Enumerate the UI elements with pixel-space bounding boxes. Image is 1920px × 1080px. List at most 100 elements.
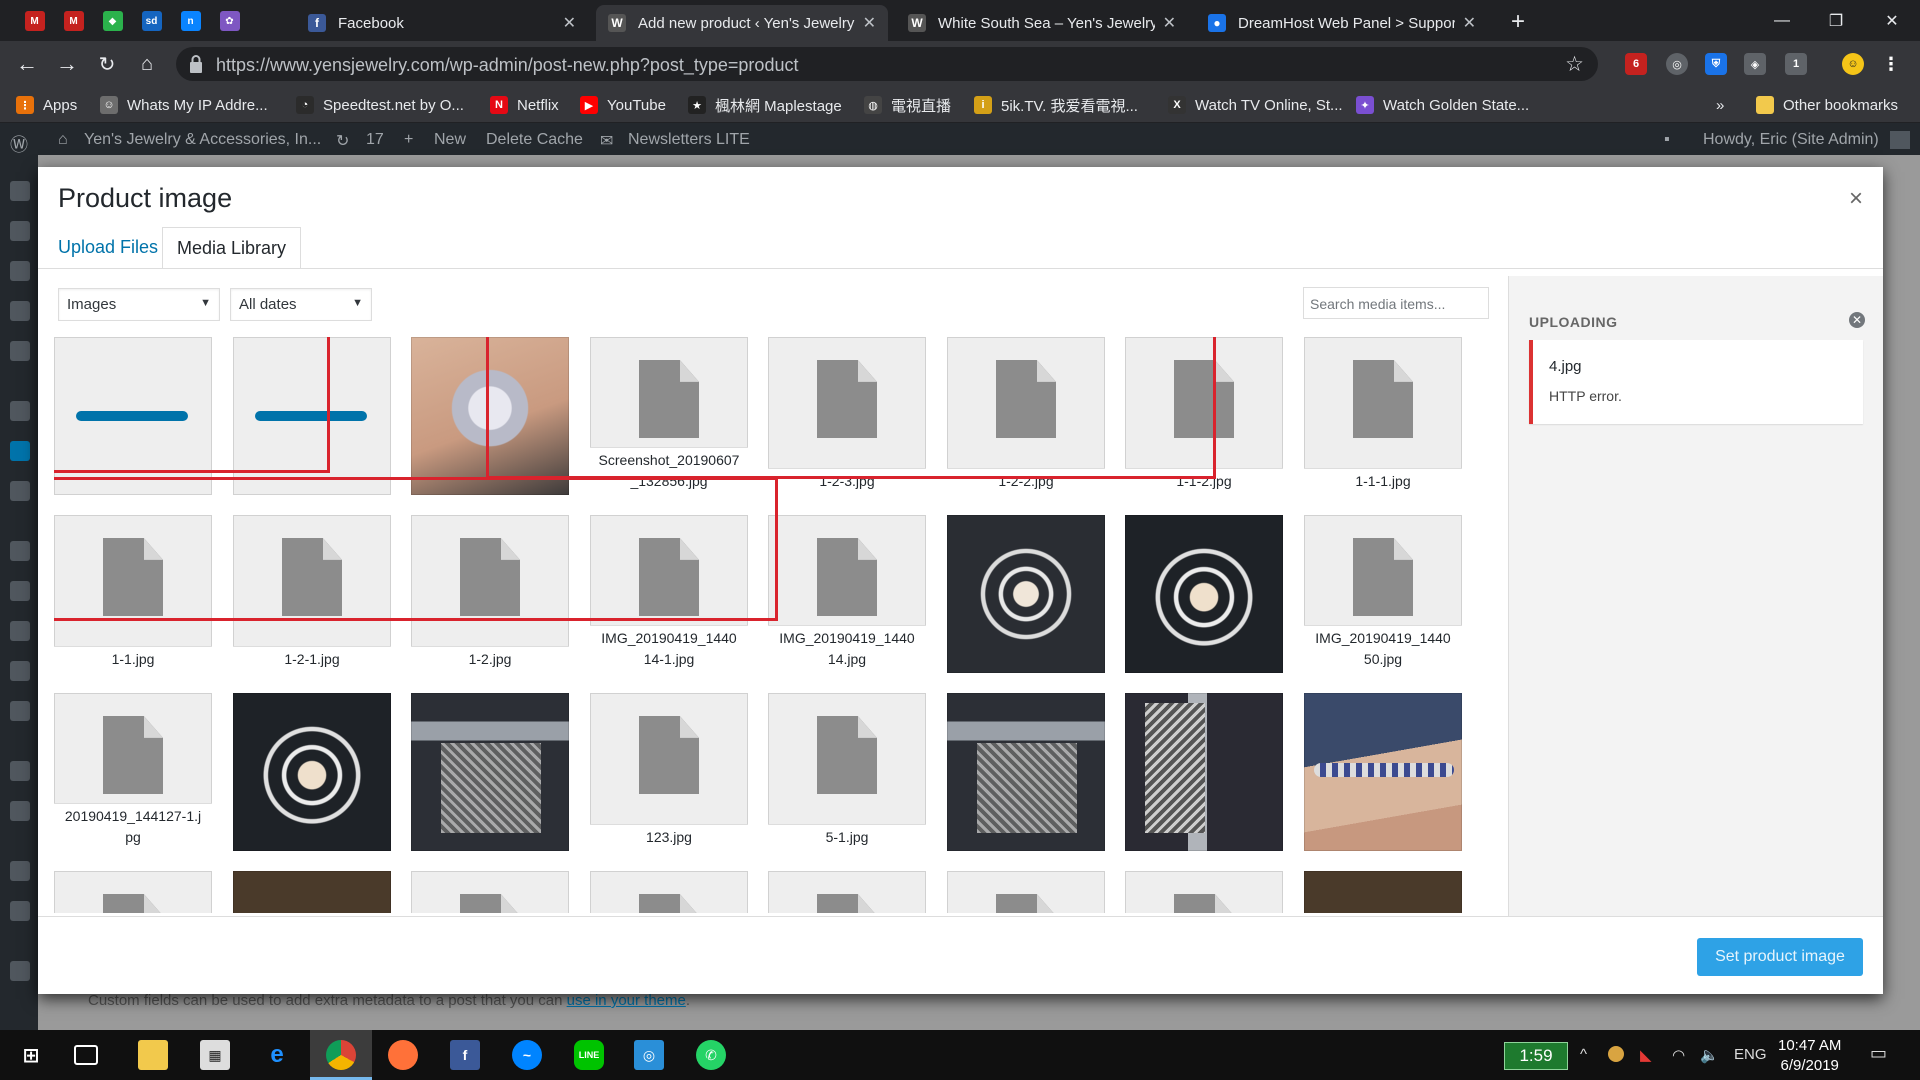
appearance-menu-icon[interactable]: [10, 541, 30, 561]
facebook-app-icon[interactable]: f: [450, 1040, 480, 1070]
seo-menu-icon[interactable]: [10, 761, 30, 781]
forms-menu-icon[interactable]: [10, 341, 30, 361]
attachment-item[interactable]: IMG_20190419_144014-1.jpg: [590, 515, 748, 673]
attachment-item[interactable]: IMG_20190419_144014.jpg: [768, 515, 926, 673]
windows-start-icon[interactable]: ⊞: [16, 1040, 46, 1070]
attachment-item[interactable]: 1-1-1.jpg: [1304, 337, 1462, 495]
language-indicator[interactable]: ENG: [1734, 1046, 1767, 1063]
tab-upload-files[interactable]: Upload Files: [44, 227, 172, 269]
extension-ghost-icon[interactable]: 1: [1785, 53, 1807, 75]
bookmark-item[interactable]: X Watch TV Online, St...: [1168, 95, 1343, 115]
attachment-item[interactable]: 123.jpg: [590, 693, 748, 851]
updates-count[interactable]: 17: [366, 131, 384, 149]
attachment-item[interactable]: 1-2-3.jpg: [768, 337, 926, 495]
extension-privacy-icon[interactable]: ◈: [1744, 53, 1766, 75]
extension-speed-icon[interactable]: ◎: [1666, 53, 1688, 75]
plugins-menu-icon[interactable]: [10, 581, 30, 601]
browser-tab[interactable]: W White South Sea – Yen's Jewelry ✕: [896, 5, 1188, 41]
attachment-item[interactable]: Screenshot_20190607_132856.jpg: [590, 337, 748, 495]
tab-media-library[interactable]: Media Library: [162, 227, 302, 269]
delete-cache-link[interactable]: Delete Cache: [486, 131, 583, 149]
system-clock[interactable]: 10:47 AM 6/9/2019: [1778, 1036, 1841, 1076]
wordpress-logo-icon[interactable]: Ⓦ: [10, 131, 28, 157]
pinned-tab[interactable]: sd: [131, 6, 172, 36]
use-in-your-theme-link[interactable]: use in your theme: [567, 992, 686, 1009]
chevron-up-icon[interactable]: ^: [1580, 1046, 1587, 1063]
profile-avatar-icon[interactable]: ☺: [1842, 53, 1864, 75]
instagram-icon[interactable]: ◎: [634, 1040, 664, 1070]
bookmark-item[interactable]: i 5ik.TV. 我爱看電視...: [974, 95, 1138, 115]
attachment-item[interactable]: [590, 871, 748, 913]
volume-icon[interactable]: 🔈: [1700, 1046, 1719, 1064]
attachment-item[interactable]: IMG_20190419_144050.jpg: [1304, 515, 1462, 673]
attachment-item[interactable]: [1125, 871, 1283, 913]
tray-app-icon[interactable]: [1608, 1046, 1624, 1062]
attachment-item[interactable]: [947, 871, 1105, 913]
pinned-tab[interactable]: ✿: [209, 6, 250, 36]
media-type-filter[interactable]: Images ▼: [58, 288, 220, 321]
browser-tab[interactable]: f Facebook ✕: [296, 5, 588, 41]
reload-button[interactable]: ↻: [92, 49, 122, 79]
attachment-item[interactable]: [54, 337, 212, 495]
attachment-item[interactable]: [1125, 515, 1283, 673]
home-icon[interactable]: ⌂: [58, 131, 68, 149]
collapse-menu-icon[interactable]: [10, 861, 30, 881]
plugin-menu-icon[interactable]: [10, 901, 30, 921]
updates-icon[interactable]: ↻: [336, 131, 349, 151]
bookmark-star-icon[interactable]: ☆: [1565, 52, 1584, 77]
media-menu-icon[interactable]: [10, 221, 30, 241]
date-filter[interactable]: All dates ▼: [230, 288, 372, 321]
attachment-item[interactable]: [54, 871, 212, 913]
analytics-menu-icon[interactable]: [10, 481, 30, 501]
attachment-item[interactable]: [411, 871, 569, 913]
close-window-button[interactable]: ✕: [1864, 0, 1920, 41]
newsletters-link[interactable]: Newsletters LITE: [628, 131, 750, 149]
users-menu-icon[interactable]: [10, 621, 30, 641]
new-link[interactable]: New: [434, 131, 466, 149]
bookmark-item[interactable]: ☺ Whats My IP Addre...: [100, 95, 268, 115]
close-tab-icon[interactable]: ✕: [1463, 13, 1476, 33]
pinned-tab[interactable]: ◆: [92, 6, 133, 36]
dismiss-errors-icon[interactable]: ✕: [1849, 312, 1865, 328]
bookmarks-overflow-icon[interactable]: »: [1716, 95, 1724, 115]
tools-menu-icon[interactable]: [10, 661, 30, 681]
extension-shield-icon[interactable]: ⛨: [1705, 53, 1727, 75]
extra-menu-icon[interactable]: [10, 801, 30, 821]
chrome-icon[interactable]: [326, 1040, 356, 1070]
close-icon[interactable]: ×: [1849, 185, 1863, 213]
howdy-link[interactable]: Howdy, Eric (Site Admin): [1703, 131, 1879, 149]
minimize-button[interactable]: —: [1754, 0, 1810, 41]
task-view-icon[interactable]: [74, 1045, 98, 1065]
pages-menu-icon[interactable]: [10, 261, 30, 281]
tray-pdf-icon[interactable]: ◣: [1640, 1046, 1652, 1064]
bookmark-item[interactable]: ⋮ Apps: [16, 95, 77, 115]
browser-tab[interactable]: W Add new product ‹ Yen's Jewelry ✕: [596, 5, 888, 41]
user-avatar[interactable]: [1890, 131, 1910, 149]
extension-todo-icon[interactable]: 6: [1625, 53, 1647, 75]
comments-menu-icon[interactable]: [10, 301, 30, 321]
attachment-item[interactable]: [411, 693, 569, 851]
pinned-tab[interactable]: n: [170, 6, 211, 36]
close-tab-icon[interactable]: ✕: [563, 13, 576, 33]
attachment-item[interactable]: 1-2-1.jpg: [233, 515, 391, 673]
close-tab-icon[interactable]: ✕: [863, 13, 876, 33]
attachment-item[interactable]: 5-1.jpg: [768, 693, 926, 851]
action-center-icon[interactable]: ▭: [1870, 1043, 1887, 1064]
bookmark-item[interactable]: ◍ 電視直播: [864, 95, 951, 115]
bookmark-item[interactable]: ★ 楓林網 Maplestage: [688, 95, 842, 115]
attachment-item[interactable]: 1-1-2.jpg: [1125, 337, 1283, 495]
attachment-item[interactable]: [233, 693, 391, 851]
attachment-item[interactable]: [947, 515, 1105, 673]
attachment-item[interactable]: [233, 871, 391, 913]
close-tab-icon[interactable]: ✕: [1163, 13, 1176, 33]
attachment-item[interactable]: 1-1.jpg: [54, 515, 212, 673]
site-name-link[interactable]: Yen's Jewelry & Accessories, In...: [84, 131, 321, 149]
bookmark-item[interactable]: ✦ Watch Golden State...: [1356, 95, 1529, 115]
pinned-tab[interactable]: M: [53, 6, 94, 36]
home-button[interactable]: ⌂: [132, 49, 162, 79]
woocommerce-menu-icon[interactable]: [10, 401, 30, 421]
address-bar[interactable]: https://www.yensjewelry.com/wp-admin/pos…: [176, 47, 1598, 81]
new-tab-button[interactable]: +: [1504, 8, 1532, 36]
set-product-image-button[interactable]: Set product image: [1697, 938, 1863, 976]
whatsapp-icon[interactable]: ✆: [696, 1040, 726, 1070]
